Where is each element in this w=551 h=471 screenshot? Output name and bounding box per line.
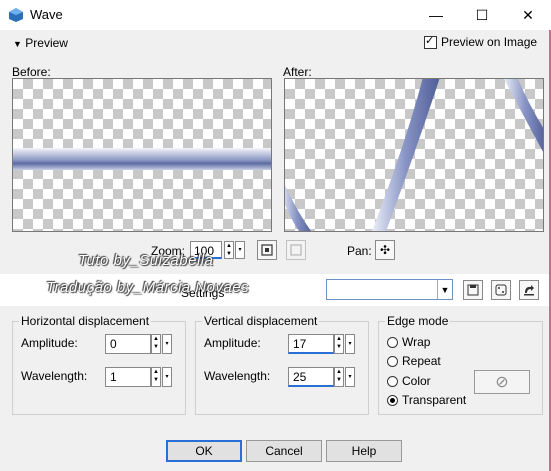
preview-on-image-label: Preview on Image <box>441 35 538 49</box>
radio-circle[interactable] <box>387 375 398 387</box>
minimize-button[interactable]: — <box>413 0 459 30</box>
settings-dropdown[interactable]: ▼ <box>326 279 453 300</box>
save-icon <box>467 284 479 296</box>
close-button[interactable]: ✕ <box>505 0 551 30</box>
v-amplitude-spinner[interactable]: ▲ ▼ <box>334 334 344 354</box>
before-label: Before: <box>12 65 51 79</box>
maximize-icon: ☐ <box>475 6 489 23</box>
edge-color-swatch[interactable]: ⊘ <box>474 370 530 394</box>
reset-button[interactable] <box>519 280 539 300</box>
radio-circle[interactable] <box>387 336 398 348</box>
v-wavelength-label: Wavelength: <box>204 369 271 383</box>
v-wavelength-spinner[interactable]: ▲ ▼ <box>334 367 344 387</box>
help-button[interactable]: Help <box>326 440 402 462</box>
watermark-line-1: Tuto by_Suizabella <box>78 252 214 269</box>
zoom-actual-size-button[interactable] <box>286 240 306 260</box>
title-bar: Wave — ☐ ✕ <box>0 0 551 30</box>
h-wavelength-label: Wavelength: <box>21 369 88 383</box>
edge-mode-transparent-label: Transparent <box>402 393 467 407</box>
edge-mode-wrap-label: Wrap <box>402 335 431 349</box>
edge-mode-title: Edge mode <box>385 314 451 328</box>
zoom-dropdown[interactable]: ▾ <box>235 241 245 259</box>
v-wavelength-input[interactable]: 25 <box>288 367 334 387</box>
radio-circle-selected[interactable] <box>387 394 398 406</box>
h-amplitude-slider-button[interactable]: ▾ <box>162 334 172 354</box>
v-amplitude-slider-button[interactable]: ▾ <box>345 334 355 354</box>
horizontal-displacement-title: Horizontal displacement <box>19 314 152 328</box>
after-preview[interactable] <box>284 78 544 232</box>
v-amplitude-input[interactable]: 17 <box>288 334 334 354</box>
random-preset-button[interactable] <box>491 280 511 300</box>
edge-mode-color-label: Color <box>402 374 431 388</box>
h-wavelength-input[interactable]: 1 <box>105 367 151 387</box>
close-icon: ✕ <box>522 6 534 23</box>
chevron-down-icon[interactable]: ▼ <box>437 280 452 299</box>
edge-mode-transparent-radio[interactable]: Transparent <box>387 393 466 407</box>
v-amplitude-label: Amplitude: <box>204 336 261 350</box>
before-horizontal-bar <box>13 148 271 170</box>
zoom-fit-button[interactable] <box>257 240 277 260</box>
h-amplitude-input[interactable]: 0 <box>105 334 151 354</box>
radio-circle[interactable] <box>387 355 398 367</box>
move-icon: ✣ <box>379 243 391 257</box>
before-preview[interactable] <box>12 78 272 232</box>
window-title: Wave <box>30 7 63 22</box>
edge-mode-repeat-radio[interactable]: Repeat <box>387 354 441 368</box>
after-label: After: <box>283 65 312 79</box>
pan-label: Pan: <box>347 244 372 258</box>
h-amplitude-spinner[interactable]: ▲ ▼ <box>151 334 161 354</box>
after-wave-graphic <box>285 79 543 231</box>
edge-mode-color-radio[interactable]: Color <box>387 374 431 388</box>
cancel-button[interactable]: Cancel <box>246 440 322 462</box>
actual-size-icon <box>290 244 302 256</box>
no-color-icon: ⊘ <box>495 374 509 391</box>
preview-on-image-toggle[interactable]: Preview on Image <box>424 34 538 49</box>
h-amplitude-label: Amplitude: <box>21 336 78 350</box>
edge-mode-wrap-radio[interactable]: Wrap <box>387 335 430 349</box>
preview-toggle-label: Preview <box>25 36 68 50</box>
h-wavelength-spinner[interactable]: ▲ ▼ <box>151 367 161 387</box>
preview-on-image-checkbox[interactable] <box>424 34 437 49</box>
fit-icon <box>261 244 273 256</box>
reset-icon <box>524 285 534 296</box>
maximize-button[interactable]: ☐ <box>459 0 505 30</box>
minimize-icon: — <box>429 7 443 23</box>
chevron-down-icon: ▼ <box>13 39 22 49</box>
h-wavelength-slider-button[interactable]: ▾ <box>162 367 172 387</box>
dice-icon <box>495 284 507 296</box>
ok-button[interactable]: OK <box>166 440 242 462</box>
vertical-displacement-title: Vertical displacement <box>202 314 320 328</box>
edge-mode-repeat-label: Repeat <box>402 354 441 368</box>
save-preset-button[interactable] <box>463 280 483 300</box>
v-wavelength-slider-button[interactable]: ▾ <box>345 367 355 387</box>
pan-button[interactable]: ✣ <box>375 240 395 260</box>
watermark-line-2: Tradução by_Márcia Novaes <box>46 279 250 296</box>
app-icon <box>9 8 23 22</box>
preview-toggle[interactable]: ▼ Preview <box>13 36 68 50</box>
zoom-spinner[interactable]: ▲ ▼ <box>224 241 234 259</box>
